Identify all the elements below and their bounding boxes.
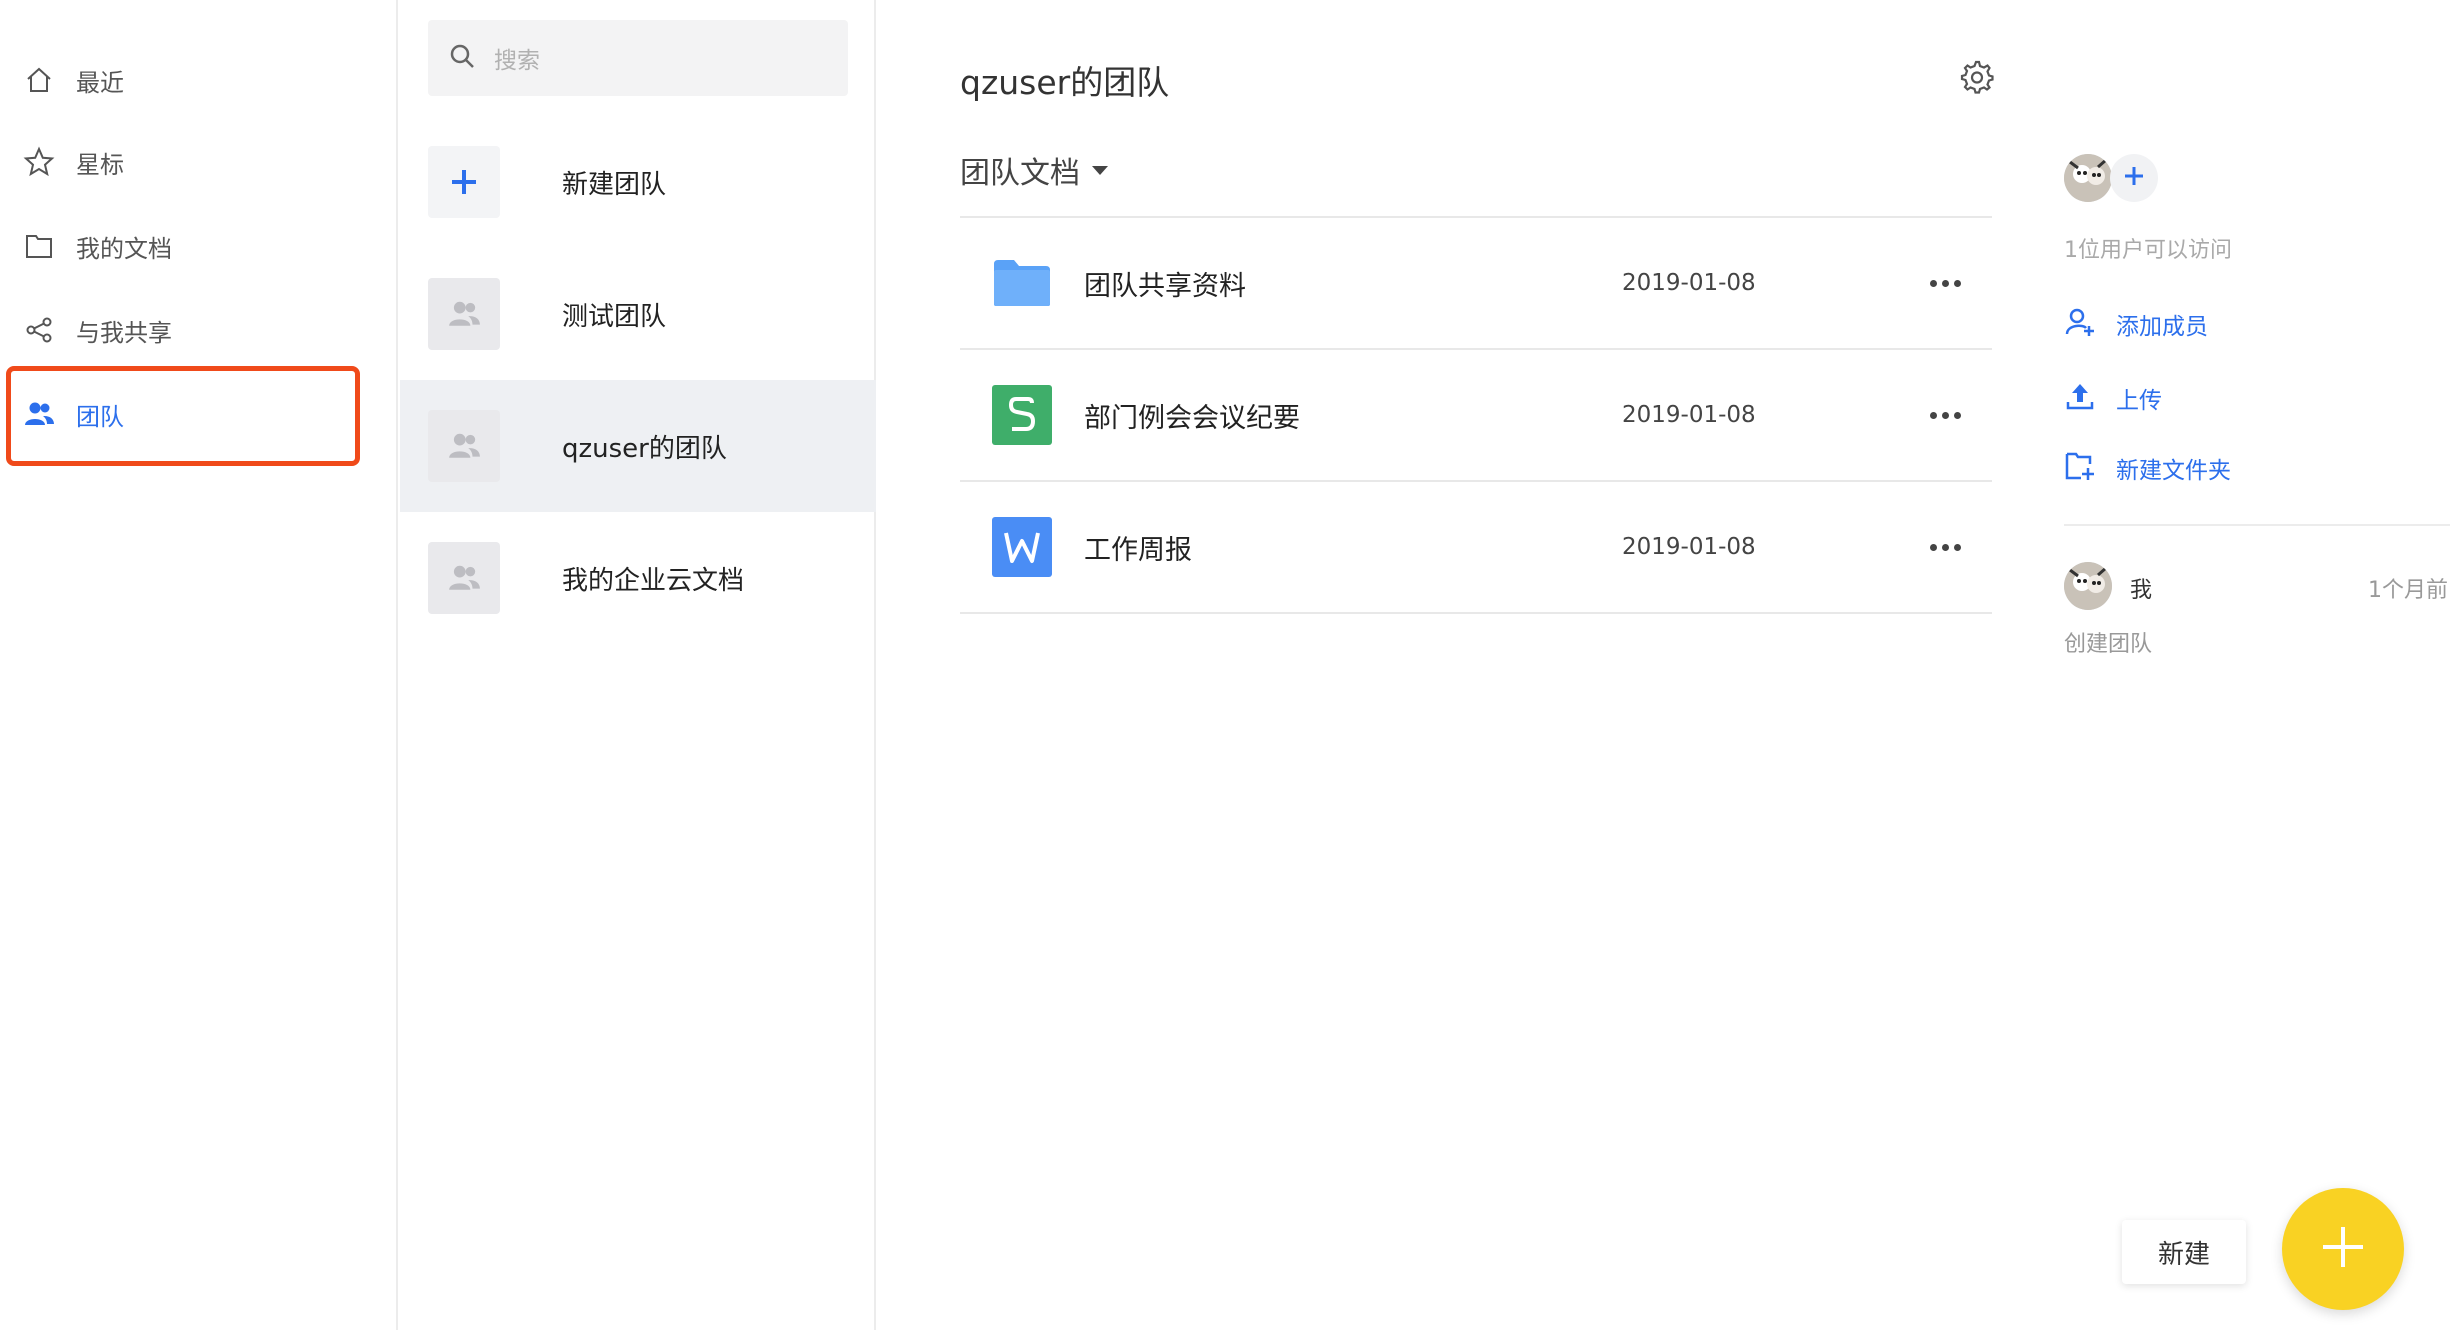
folder-icon — [992, 253, 1052, 313]
star-icon — [22, 145, 56, 179]
share-icon — [22, 313, 56, 347]
document-icon — [992, 517, 1052, 577]
add-member-button[interactable]: 添加成员 — [2064, 306, 2208, 342]
search-input[interactable]: 搜索 — [428, 20, 848, 96]
file-name: 部门例会会议纪要 — [1084, 402, 1300, 434]
settings-button[interactable] — [1958, 58, 1998, 98]
nav-item-label: 最近 — [76, 68, 124, 97]
file-row[interactable]: 工作周报 2019-01-08 — [960, 482, 1992, 612]
gear-icon — [1958, 60, 1994, 98]
nav-item-label: 与我共享 — [76, 318, 172, 347]
team-item-test[interactable]: 测试团队 — [400, 248, 876, 380]
selection-highlight — [6, 366, 360, 466]
activity-description: 创建团队 — [2064, 632, 2153, 657]
file-name: 工作周报 — [1084, 534, 1192, 566]
nav-item-label: 我的文档 — [76, 234, 172, 263]
folder-icon — [22, 229, 56, 263]
plus-icon — [2319, 1223, 2367, 1275]
new-team-label: 新建团队 — [562, 169, 667, 200]
spreadsheet-icon — [992, 385, 1052, 445]
left-nav: 最近 星标 我的文档 与我共享 团队 — [0, 0, 398, 1330]
file-date: 2019-01-08 — [1622, 402, 1756, 428]
action-label: 添加成员 — [2116, 314, 2208, 340]
activity-time: 1个月前 — [2368, 578, 2448, 603]
team-info-panel: 1位用户可以访问 添加成员 上传 新建文件夹 我 1个月前 创建团队 — [2060, 0, 2450, 1330]
access-count-text: 1位用户可以访问 — [2064, 238, 2232, 263]
nav-item-shared[interactable]: 与我共享 — [0, 290, 398, 370]
team-icon — [428, 278, 500, 350]
team-icon — [428, 542, 500, 614]
action-label: 上传 — [2116, 388, 2162, 414]
team-item-qzuser[interactable]: qzuser的团队 — [400, 380, 876, 512]
avatar[interactable] — [2064, 154, 2112, 202]
team-icon — [428, 410, 500, 482]
file-row[interactable]: 部门例会会议纪要 2019-01-08 — [960, 350, 1992, 480]
team-item-enterprise[interactable]: 我的企业云文档 — [400, 512, 876, 644]
action-label: 新建文件夹 — [2116, 458, 2231, 484]
page-title: qzuser的团队 — [960, 63, 1170, 102]
more-options-button[interactable] — [1920, 532, 1970, 562]
new-folder-button[interactable]: 新建文件夹 — [2064, 450, 2231, 486]
nav-item-recent[interactable]: 最近 — [0, 40, 398, 120]
upload-icon — [2064, 380, 2096, 416]
app-window: 最近 星标 我的文档 与我共享 团队 搜索 新建团队 测试团队 qzuser的团… — [0, 0, 2450, 1330]
new-folder-icon — [2064, 450, 2096, 486]
caret-down-icon — [1092, 165, 1108, 175]
home-icon — [22, 63, 56, 97]
file-date: 2019-01-08 — [1622, 270, 1756, 296]
plus-icon — [2123, 165, 2145, 191]
nav-item-my-docs[interactable]: 我的文档 — [0, 206, 398, 286]
team-list-panel: 搜索 新建团队 测试团队 qzuser的团队 我的企业云文档 — [400, 0, 876, 1330]
team-item-label: 测试团队 — [562, 301, 667, 332]
nav-item-starred[interactable]: 星标 — [0, 122, 398, 202]
add-user-icon — [2064, 306, 2096, 342]
team-docs-dropdown[interactable]: 团队文档 — [960, 148, 1108, 192]
main-content: qzuser的团队 团队文档 团队共享资料 2019-01-08 部门例会会议纪… — [878, 0, 1998, 1330]
new-tooltip-label[interactable]: 新建 — [2122, 1220, 2246, 1284]
new-fab-button[interactable] — [2282, 1188, 2404, 1310]
more-options-button[interactable] — [1920, 268, 1970, 298]
file-name: 团队共享资料 — [1084, 270, 1246, 302]
plus-icon — [428, 146, 500, 218]
add-member-avatar-button[interactable] — [2110, 154, 2158, 202]
section-title-label: 团队文档 — [960, 156, 1080, 191]
upload-button[interactable]: 上传 — [2064, 380, 2162, 416]
activity-user: 我 — [2130, 578, 2153, 603]
file-date: 2019-01-08 — [1622, 534, 1756, 560]
search-icon — [448, 42, 476, 74]
avatar — [2064, 562, 2112, 610]
file-row[interactable]: 团队共享资料 2019-01-08 — [960, 218, 1992, 348]
team-item-label: qzuser的团队 — [562, 433, 727, 464]
team-item-label: 我的企业云文档 — [562, 565, 745, 596]
nav-item-label: 星标 — [76, 150, 124, 179]
new-team-button[interactable]: 新建团队 — [400, 116, 876, 248]
search-placeholder: 搜索 — [494, 48, 540, 74]
divider — [2064, 524, 2450, 526]
divider — [960, 612, 1992, 614]
more-options-button[interactable] — [1920, 400, 1970, 430]
